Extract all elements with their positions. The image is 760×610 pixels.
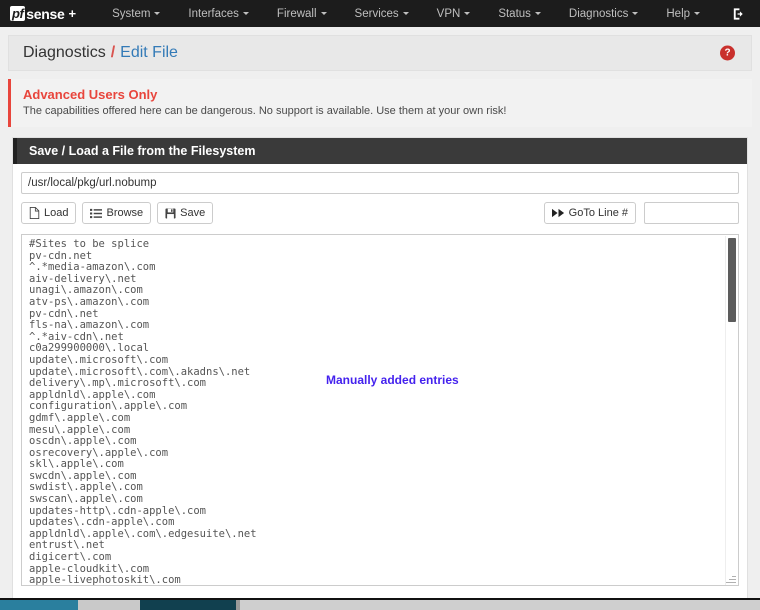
breadcrumb: Diagnostics / Edit File ? bbox=[8, 35, 752, 71]
load-button-label: Load bbox=[44, 207, 69, 219]
nav-item-firewall-label: Firewall bbox=[276, 7, 317, 20]
chevron-down-icon bbox=[632, 11, 639, 15]
nav-item-interfaces-label: Interfaces bbox=[188, 7, 239, 20]
floppy-disk-icon bbox=[165, 207, 176, 219]
nav-item-diagnostics[interactable]: Diagnostics bbox=[555, 3, 652, 25]
chevron-down-icon bbox=[694, 11, 701, 15]
nav-item-interfaces[interactable]: Interfaces bbox=[174, 3, 263, 25]
file-content-textarea[interactable]: #Sites to be splice pv-cdn.net ^.*media-… bbox=[21, 234, 739, 586]
panel-body: Load Browse bbox=[13, 164, 747, 600]
goto-line-button[interactable]: GoTo Line # bbox=[543, 202, 636, 224]
file-content-text: #Sites to be splice pv-cdn.net ^.*media-… bbox=[29, 238, 257, 586]
goto-line-button-label: GoTo Line # bbox=[568, 207, 628, 219]
taskbar-empty bbox=[240, 600, 760, 610]
nav-item-diagnostics-label: Diagnostics bbox=[568, 7, 629, 20]
top-navbar: pf sense + System Interfaces Firewall Serv… bbox=[0, 0, 760, 27]
nav-item-firewall[interactable]: Firewall bbox=[263, 3, 341, 25]
breadcrumb-leaf[interactable]: Edit File bbox=[120, 44, 178, 62]
save-button-label: Save bbox=[180, 207, 206, 219]
editor-scrollbar-thumb[interactable] bbox=[728, 238, 736, 322]
nav-item-status-label: Status bbox=[498, 7, 531, 20]
nav-item-vpn[interactable]: VPN bbox=[423, 3, 485, 25]
advanced-users-warning: Advanced Users Only The capabilities off… bbox=[8, 79, 752, 127]
nav-item-help[interactable]: Help bbox=[652, 3, 714, 25]
chevron-down-icon bbox=[320, 11, 327, 15]
file-editor-wrap: #Sites to be splice pv-cdn.net ^.*media-… bbox=[21, 234, 739, 586]
list-icon bbox=[90, 208, 103, 218]
nav-item-system-label: System bbox=[112, 7, 151, 20]
file-path-input[interactable] bbox=[21, 172, 739, 194]
brand-plus: + bbox=[68, 6, 77, 21]
file-action-buttons: Load Browse Save GoTo Line # bbox=[21, 202, 739, 224]
browse-button-label: Browse bbox=[106, 207, 144, 219]
panel-title: Save / Load a File from the Filesystem bbox=[13, 138, 747, 164]
fast-forward-icon bbox=[551, 208, 564, 218]
taskbar-item-3[interactable] bbox=[140, 600, 236, 610]
nav-item-help-label: Help bbox=[666, 7, 691, 20]
file-icon bbox=[29, 207, 40, 219]
taskbar-item-2[interactable] bbox=[78, 600, 140, 610]
help-circle-icon[interactable]: ? bbox=[720, 45, 735, 61]
chevron-down-icon bbox=[464, 11, 471, 15]
chevron-down-icon bbox=[402, 11, 409, 15]
breadcrumb-separator: / bbox=[110, 44, 116, 61]
browse-button[interactable]: Browse bbox=[82, 202, 152, 224]
nav-item-services[interactable]: Services bbox=[341, 3, 423, 25]
chevron-down-icon bbox=[534, 11, 541, 15]
breadcrumb-root[interactable]: Diagnostics bbox=[23, 44, 106, 62]
os-taskbar bbox=[0, 598, 760, 610]
nav-item-status[interactable]: Status bbox=[484, 3, 555, 25]
chevron-down-icon bbox=[154, 11, 161, 15]
warning-title: Advanced Users Only bbox=[23, 87, 158, 102]
manual-entries-annotation: Manually added entries bbox=[326, 373, 459, 387]
goto-line-group: GoTo Line # bbox=[543, 202, 739, 224]
warning-body: The capabilities offered here can be dan… bbox=[23, 105, 507, 117]
save-load-panel: Save / Load a File from the Filesystem L… bbox=[12, 137, 748, 601]
load-button[interactable]: Load bbox=[21, 202, 77, 224]
brand-text: sense bbox=[26, 5, 65, 22]
editor-scrollbar[interactable] bbox=[725, 236, 737, 585]
logout-icon[interactable] bbox=[731, 6, 746, 21]
save-button[interactable]: Save bbox=[157, 202, 214, 224]
chevron-down-icon bbox=[242, 11, 249, 15]
nav-item-vpn-label: VPN bbox=[436, 7, 461, 20]
taskbar-item-1[interactable] bbox=[0, 600, 78, 610]
nav-item-system[interactable]: System bbox=[98, 3, 174, 25]
goto-line-input[interactable] bbox=[644, 202, 739, 224]
pfsense-logo[interactable]: pf sense + bbox=[10, 6, 76, 22]
page-container: Diagnostics / Edit File ? Advanced Users… bbox=[0, 27, 760, 601]
brand-mark: pf bbox=[10, 6, 26, 21]
nav-menu: System Interfaces Firewall Services VPN … bbox=[98, 3, 714, 25]
nav-item-services-label: Services bbox=[354, 7, 399, 20]
textarea-resize-grip[interactable] bbox=[726, 573, 736, 583]
